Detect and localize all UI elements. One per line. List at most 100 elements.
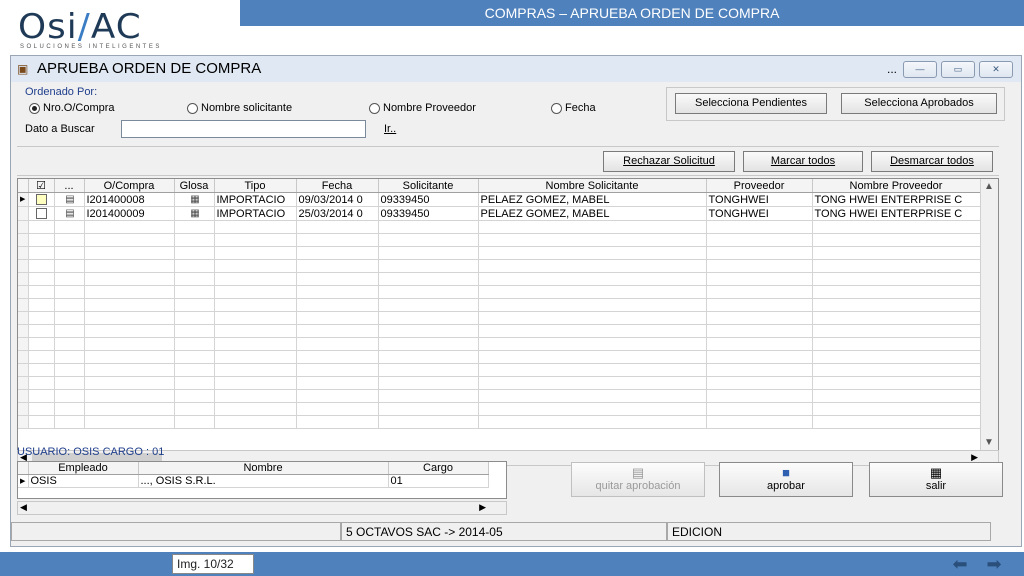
detail-icon[interactable]: ▤ bbox=[54, 206, 85, 221]
col-header-cargo[interactable]: Cargo bbox=[388, 462, 489, 475]
empty-cell bbox=[706, 324, 813, 338]
empty-cell bbox=[812, 285, 981, 299]
empty-cell bbox=[174, 246, 215, 260]
table-row[interactable]: ▶ OSIS ..., OSIS S.R.L. 01 bbox=[18, 474, 489, 488]
empty-grid-row bbox=[18, 350, 981, 364]
empty-cell bbox=[214, 389, 297, 403]
slide: Osi/AC SOLUCIONES INTELIGENTES COMPRAS –… bbox=[0, 0, 1024, 576]
empty-cell bbox=[54, 324, 85, 338]
row-checkbox[interactable] bbox=[28, 192, 55, 207]
empty-cell bbox=[28, 415, 55, 429]
glosa-edit-icon[interactable]: ▦ bbox=[174, 192, 215, 207]
col-header-solicitante[interactable]: Solicitante bbox=[378, 179, 479, 193]
empty-cell bbox=[28, 220, 55, 234]
empty-cell bbox=[84, 350, 175, 364]
glosa-edit-icon[interactable]: ▦ bbox=[174, 206, 215, 221]
orders-grid: ☑ ... O/Compra Glosa Tipo Fecha Solicita… bbox=[17, 178, 999, 451]
empty-cell bbox=[378, 415, 479, 429]
exit-button[interactable]: ▦ salir bbox=[869, 462, 1003, 497]
status-period: 5 OCTAVOS SAC -> 2014-05 bbox=[341, 522, 667, 541]
col-header-nombre-solicitante[interactable]: Nombre Solicitante bbox=[478, 179, 707, 193]
radio-label: Nombre Proveedor bbox=[383, 102, 476, 114]
empty-cell bbox=[706, 402, 813, 416]
scroll-down-icon[interactable]: ▼ bbox=[984, 437, 994, 448]
radio-nombre-proveedor[interactable]: Nombre Proveedor bbox=[369, 102, 476, 114]
approvers-horizontal-scrollbar[interactable]: ◀ ▶ bbox=[17, 501, 507, 515]
col-header-check[interactable]: ☑ bbox=[28, 179, 55, 193]
empty-cell bbox=[478, 285, 707, 299]
next-arrow-icon[interactable]: ➡ bbox=[978, 555, 1010, 573]
empty-cell bbox=[378, 350, 479, 364]
empty-cell bbox=[28, 402, 55, 416]
cell-solicitante: 09339450 bbox=[378, 206, 479, 221]
col-header-fecha[interactable]: Fecha bbox=[296, 179, 379, 193]
radio-nombre-solicitante[interactable]: Nombre solicitante bbox=[187, 102, 292, 114]
empty-cell bbox=[378, 246, 479, 260]
approve-button[interactable]: ■ aprobar bbox=[719, 462, 853, 497]
empty-cell bbox=[812, 259, 981, 273]
scroll-up-icon[interactable]: ▲ bbox=[984, 181, 994, 192]
empty-cell bbox=[478, 376, 707, 390]
empty-cell bbox=[812, 298, 981, 312]
empty-cell bbox=[812, 220, 981, 234]
window-menu-dots[interactable]: ... bbox=[887, 62, 897, 76]
remove-approval-button[interactable]: ▤ quitar aprobación bbox=[571, 462, 705, 497]
empty-cell bbox=[296, 220, 379, 234]
empty-cell bbox=[706, 415, 813, 429]
empty-cell bbox=[214, 311, 297, 325]
col-header-nombre-proveedor[interactable]: Nombre Proveedor bbox=[812, 179, 981, 193]
empty-cell bbox=[706, 246, 813, 260]
empty-cell bbox=[18, 324, 29, 338]
grid-vertical-scrollbar[interactable]: ▲ ▼ bbox=[980, 179, 998, 450]
reject-request-button[interactable]: Rechazar Solicitud bbox=[603, 151, 735, 172]
col-header-dots[interactable]: ... bbox=[54, 179, 85, 193]
unmark-all-button[interactable]: Desmarcar todos bbox=[871, 151, 993, 172]
col-header-tipo[interactable]: Tipo bbox=[214, 179, 297, 193]
scroll-left-icon[interactable]: ◀ bbox=[20, 502, 27, 513]
detail-icon[interactable]: ▤ bbox=[54, 192, 85, 207]
empty-cell bbox=[18, 350, 29, 364]
table-row[interactable]: ▤ I201400009 ▦ IMPORTACIO 25/03/2014 0 0… bbox=[18, 206, 981, 221]
empty-cell bbox=[812, 233, 981, 247]
empty-cell bbox=[378, 298, 479, 312]
empty-cell bbox=[296, 246, 379, 260]
col-header-glosa[interactable]: Glosa bbox=[174, 179, 215, 193]
maximize-icon[interactable]: ▭ bbox=[941, 60, 975, 78]
radio-on-icon bbox=[29, 102, 40, 114]
col-header-proveedor[interactable]: Proveedor bbox=[706, 179, 813, 193]
go-link[interactable]: Ir.. bbox=[384, 123, 396, 135]
radio-fecha[interactable]: Fecha bbox=[551, 102, 596, 114]
scroll-right-icon[interactable]: ▶ bbox=[479, 502, 486, 513]
edit-icon: ▦ bbox=[190, 194, 200, 205]
approve-order-window: ▣ APRUEBA ORDEN DE COMPRA ... — ▭ ✕ Orde… bbox=[10, 55, 1022, 547]
previous-arrow-icon[interactable]: ⬅ bbox=[944, 555, 976, 573]
empty-cell bbox=[296, 298, 379, 312]
image-counter: Img. 10/32 bbox=[172, 554, 254, 574]
empty-cell bbox=[378, 324, 479, 338]
minimize-icon[interactable]: — bbox=[903, 60, 937, 78]
radio-label: Nro.O/Compra bbox=[43, 102, 115, 114]
select-pending-button[interactable]: Selecciona Pendientes bbox=[675, 93, 827, 114]
empty-cell bbox=[214, 233, 297, 247]
radio-nro-ocompra[interactable]: Nro.O/Compra bbox=[29, 102, 115, 114]
close-icon[interactable]: ✕ bbox=[979, 60, 1013, 78]
empty-cell bbox=[478, 402, 707, 416]
document-icon: ▤ bbox=[65, 208, 75, 219]
empty-cell bbox=[812, 272, 981, 286]
empty-cell bbox=[214, 324, 297, 338]
checkbox-icon[interactable] bbox=[35, 208, 47, 220]
table-row[interactable]: ▶ ▤ I201400008 ▦ IMPORTACIO 09/03/2014 0… bbox=[18, 192, 981, 207]
col-header-empleado[interactable]: Empleado bbox=[28, 462, 139, 475]
row-checkbox[interactable] bbox=[28, 206, 55, 221]
select-approved-button[interactable]: Selecciona Aprobados bbox=[841, 93, 997, 114]
col-header-nombre[interactable]: Nombre bbox=[138, 462, 389, 475]
empty-grid-row bbox=[18, 337, 981, 351]
empty-cell bbox=[18, 298, 29, 312]
empty-cell bbox=[296, 415, 379, 429]
empty-grid-row bbox=[18, 363, 981, 377]
empty-cell bbox=[18, 285, 29, 299]
col-header-ocompra[interactable]: O/Compra bbox=[84, 179, 175, 193]
checkbox-icon[interactable] bbox=[35, 194, 47, 206]
search-input[interactable] bbox=[121, 120, 366, 138]
mark-all-button[interactable]: Marcar todos bbox=[743, 151, 863, 172]
